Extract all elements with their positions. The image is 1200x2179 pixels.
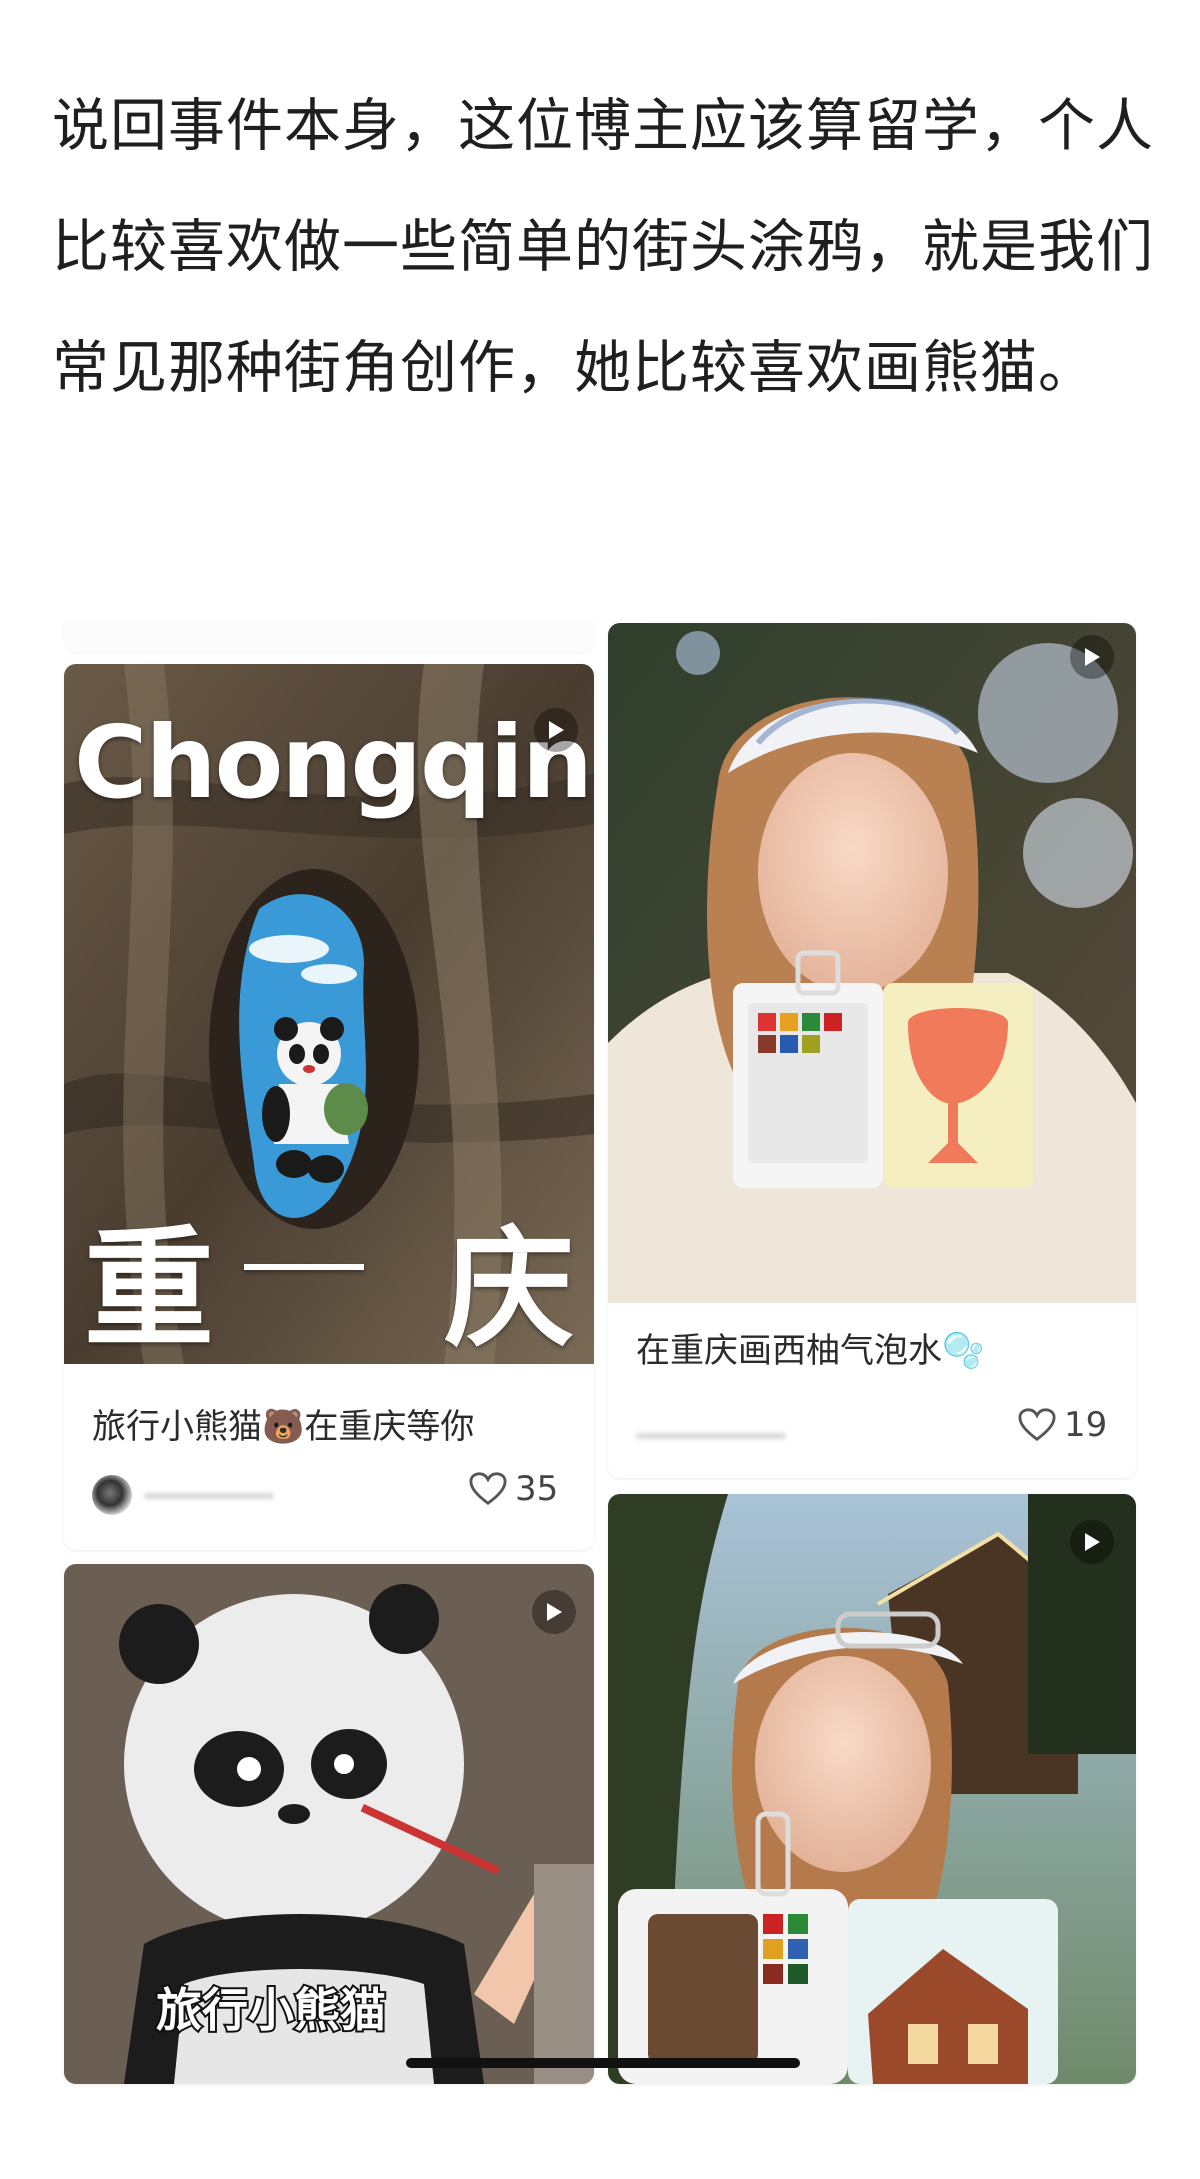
author-info[interactable] [636,1415,896,1447]
card-cover-image[interactable]: 旅行小熊猫 [64,1564,594,2084]
play-icon[interactable] [1070,635,1114,679]
like-count: 35 [515,1469,559,1509]
like-button[interactable]: 35 [469,1469,558,1509]
author-name-blurred [636,1433,786,1439]
home-indicator[interactable] [406,2058,800,2068]
note-card[interactable]: 旅行小熊猫 [64,1564,594,2084]
author-info[interactable] [92,1475,352,1515]
card-title[interactable]: 旅行小熊猫🐻在重庆等你 [92,1399,474,1448]
overlay-char-left: 重 [84,1213,215,1364]
note-card[interactable] [608,1494,1136,2084]
like-button[interactable]: 19 [1018,1405,1107,1445]
overlay-city-word: Chongqing [74,704,594,821]
previous-card-stub [64,622,594,652]
play-icon[interactable] [534,708,578,752]
play-icon[interactable] [532,1590,576,1634]
girl-cabin-painting-photo [608,1494,1136,2084]
heart-icon [1018,1408,1056,1442]
heart-icon [469,1472,507,1506]
card-cover-image[interactable] [608,1494,1136,2084]
play-icon[interactable] [1070,1520,1114,1564]
sticker-caption: 旅行小熊猫 [154,1981,388,2039]
overlay-divider [244,1264,364,1270]
card-title[interactable]: 在重庆画西柚气泡水🫧 [636,1323,984,1372]
note-card[interactable]: Chongqing 重 庆 旅行小熊猫🐻在重庆等你 35 [64,664,594,1550]
card-cover-image[interactable] [608,623,1136,1303]
author-name-blurred [144,1493,274,1499]
note-feed: Chongqing 重 庆 旅行小熊猫🐻在重庆等你 35 [0,0,1200,2179]
avatar[interactable] [92,1475,132,1515]
note-card[interactable]: 在重庆画西柚气泡水🫧 19 [608,623,1136,1478]
like-count: 19 [1064,1405,1108,1445]
girl-painting-photo [608,623,1136,1303]
card-cover-image[interactable]: Chongqing 重 庆 [64,664,594,1364]
overlay-char-right: 庆 [444,1213,575,1364]
